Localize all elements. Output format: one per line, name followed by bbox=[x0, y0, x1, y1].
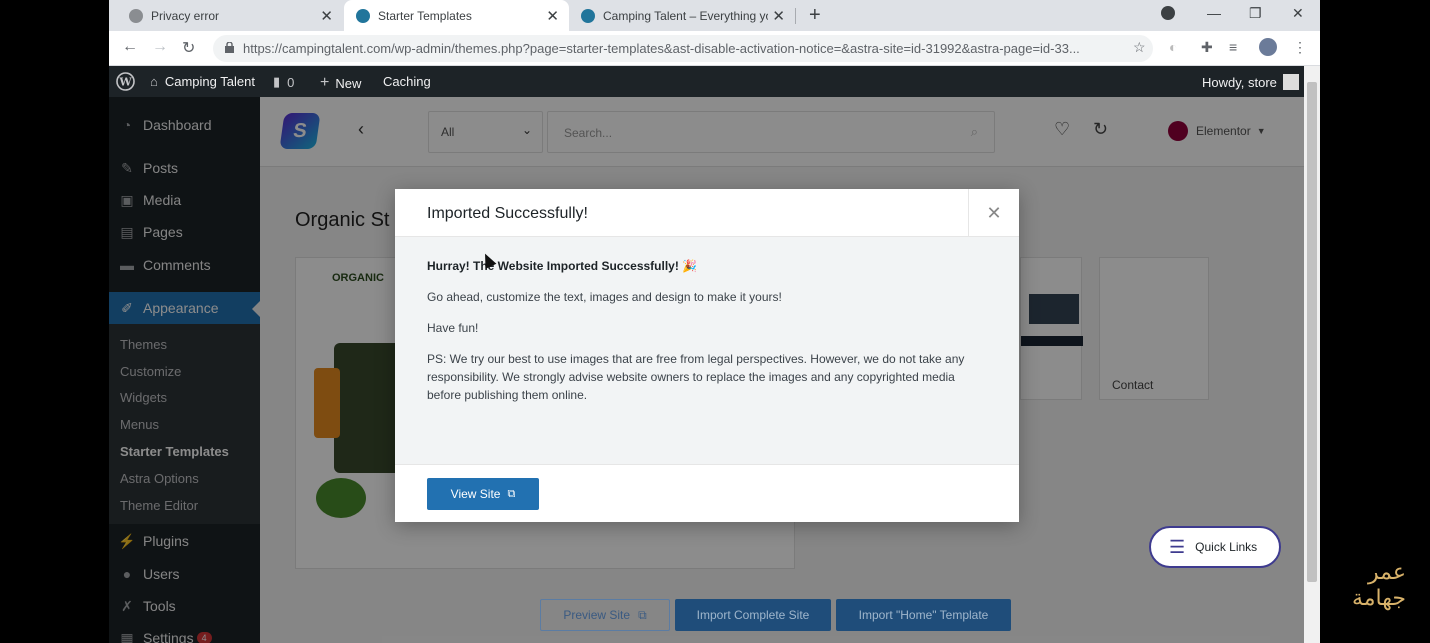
playlist-icon[interactable]: ≡ bbox=[1229, 39, 1237, 55]
avatar bbox=[1282, 74, 1299, 90]
new-tab-button[interactable]: + bbox=[809, 4, 821, 27]
menu-dots-icon[interactable]: ⋮ bbox=[1293, 39, 1307, 56]
modal-footer: View Site ⧉ bbox=[395, 464, 1019, 522]
svg-text:W: W bbox=[118, 76, 132, 89]
hamburger-icon: ☰ bbox=[1169, 536, 1186, 557]
home-icon: ⌂ bbox=[150, 74, 158, 89]
wp-admin-bar: W ⌂ Camping Talent ▮ 0 + New Caching How… bbox=[109, 66, 1320, 97]
watermark-text: عمر جهامة bbox=[1351, 560, 1406, 611]
wordpress-icon bbox=[581, 8, 595, 23]
close-tab-icon[interactable]: ✕ bbox=[320, 7, 333, 25]
minimize-button[interactable]: — bbox=[1207, 5, 1221, 21]
address-bar[interactable]: https://campingtalent.com/wp-admin/theme… bbox=[213, 35, 1153, 62]
howdy-user[interactable]: Howdy, store bbox=[1202, 74, 1299, 90]
restore-button[interactable]: ❐ bbox=[1249, 5, 1262, 22]
star-icon[interactable]: ☆ bbox=[1133, 39, 1146, 56]
account-icon[interactable] bbox=[1161, 6, 1175, 20]
plus-icon: + bbox=[320, 74, 330, 91]
page-scrollbar[interactable] bbox=[1304, 66, 1320, 643]
wordpress-icon bbox=[356, 8, 370, 23]
quick-links-button[interactable]: ☰ Quick Links bbox=[1149, 526, 1281, 568]
close-tab-icon[interactable]: ✕ bbox=[772, 7, 785, 25]
puzzle-icon[interactable]: ✚ bbox=[1201, 39, 1213, 56]
wordpress-logo-icon[interactable]: W bbox=[116, 72, 135, 91]
external-link-icon: ⧉ bbox=[638, 607, 647, 622]
lock-icon bbox=[225, 42, 234, 53]
import-success-modal: Imported Successfully! ✕ Hurray! The Web… bbox=[395, 189, 1019, 522]
close-icon[interactable]: ✕ bbox=[968, 189, 1019, 237]
tab-starter-templates[interactable]: Starter Templates ✕ bbox=[344, 0, 569, 31]
url-text: https://campingtalent.com/wp-admin/theme… bbox=[243, 41, 1080, 56]
import-complete-site-button[interactable]: Import Complete Site bbox=[675, 599, 831, 631]
external-link-icon: ⧉ bbox=[507, 487, 516, 500]
tab-separator bbox=[795, 8, 796, 24]
have-fun-message: Have fun! bbox=[427, 321, 479, 335]
comments-link[interactable]: ▮ 0 bbox=[273, 74, 294, 90]
tab-camping-talent[interactable]: Camping Talent – Everything you ✕ bbox=[569, 0, 796, 31]
tab-privacy-error[interactable]: Privacy error ✕ bbox=[117, 0, 343, 31]
reload-icon[interactable]: ↻ bbox=[182, 38, 195, 58]
close-tab-icon[interactable]: ✕ bbox=[546, 7, 559, 25]
globe-icon bbox=[129, 8, 143, 23]
caching-link[interactable]: Caching bbox=[383, 74, 431, 89]
tab-bar: Privacy error ✕ Starter Templates ✕ Camp… bbox=[109, 0, 1320, 31]
success-message: Hurray! The Website Imported Successfull… bbox=[427, 259, 698, 273]
extension-icon[interactable]: ◐ bbox=[1169, 39, 1177, 55]
import-home-template-button[interactable]: Import "Home" Template bbox=[836, 599, 1011, 631]
disclaimer-message: PS: We try our best to use images that a… bbox=[427, 352, 965, 402]
modal-header: Imported Successfully! ✕ bbox=[395, 189, 1019, 237]
close-window-button[interactable]: ✕ bbox=[1292, 5, 1304, 22]
forward-icon[interactable]: → bbox=[152, 38, 168, 56]
comment-icon: ▮ bbox=[273, 74, 281, 89]
browser-toolbar: ← → ↻ https://campingtalent.com/wp-admin… bbox=[109, 31, 1320, 66]
preview-site-button[interactable]: Preview Site ⧉ bbox=[540, 599, 670, 631]
site-name-link[interactable]: ⌂ Camping Talent bbox=[150, 74, 255, 89]
avatar[interactable] bbox=[1259, 38, 1277, 56]
customize-message: Go ahead, customize the text, images and… bbox=[427, 290, 782, 304]
new-content-link[interactable]: + New bbox=[320, 74, 361, 92]
modal-title: Imported Successfully! bbox=[427, 205, 588, 222]
browser-window: Privacy error ✕ Starter Templates ✕ Camp… bbox=[109, 0, 1320, 643]
view-site-button[interactable]: View Site ⧉ bbox=[427, 478, 539, 510]
scrollbar-thumb[interactable] bbox=[1307, 82, 1317, 582]
back-icon[interactable]: ← bbox=[122, 38, 138, 56]
